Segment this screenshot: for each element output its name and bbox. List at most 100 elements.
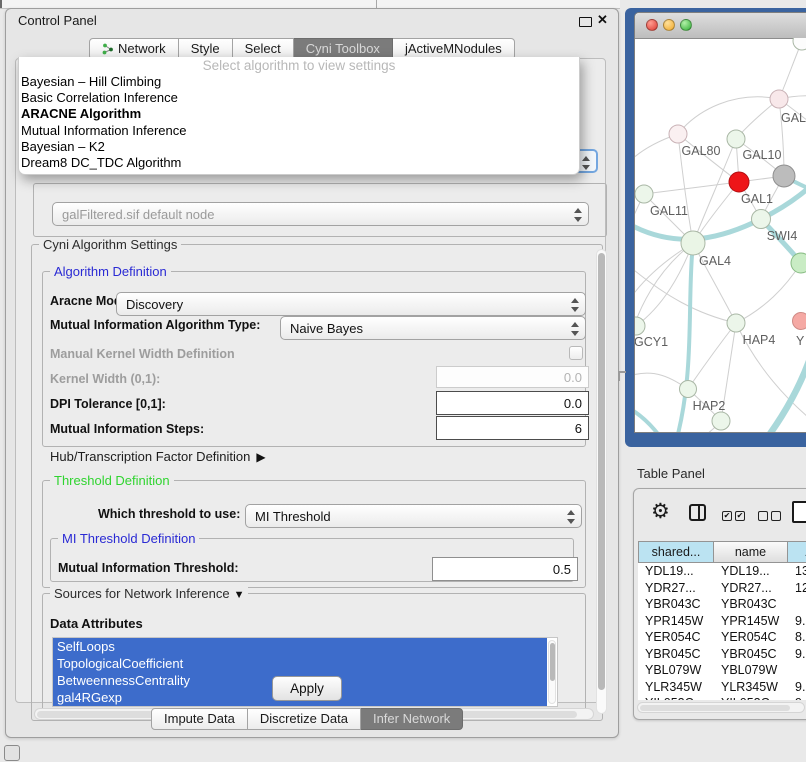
table-row[interactable]: YLR345WYLR345W9. — [638, 679, 806, 696]
unchecked-checkbox-icon[interactable] — [771, 511, 781, 521]
split-columns-icon[interactable] — [689, 504, 706, 521]
table-cell: 9. — [788, 696, 806, 700]
table-cell: YBR045C — [638, 647, 714, 661]
network-window-titlebar[interactable] — [635, 13, 806, 39]
table-cell: 8. — [788, 630, 806, 644]
close-icon[interactable]: ✕ — [597, 12, 608, 28]
network-node-gal1[interactable] — [729, 172, 749, 192]
settings-gear-icon[interactable]: ⚙ — [651, 499, 670, 524]
table-row[interactable]: YBL079WYBL079W — [638, 662, 806, 679]
table-cell: 12 — [788, 581, 806, 595]
mi-type-combobox[interactable]: Naive Bayes — [280, 316, 586, 340]
new-column-icon[interactable] — [792, 501, 806, 523]
data-table-combobox[interactable]: galFiltered.sif default node — [52, 202, 589, 226]
table-row[interactable]: YBR043CYBR043C — [638, 596, 806, 613]
algorithm-item-aracne-algorithm[interactable]: ARACNE Algorithm — [19, 106, 579, 122]
table-cell: YDR27... — [638, 581, 714, 595]
minimize-traffic-light[interactable] — [663, 19, 675, 31]
close-traffic-light[interactable] — [646, 19, 658, 31]
node-label-gal80: GAL80 — [682, 144, 721, 158]
network-node-unlabeled[interactable] — [791, 253, 806, 273]
network-node-swi4[interactable] — [752, 210, 771, 229]
table-row[interactable]: YPR145WYPR145W9. — [638, 613, 806, 630]
mi-threshold-field[interactable] — [432, 557, 578, 581]
table-row[interactable]: YBR045CYBR045C9. — [638, 646, 806, 663]
bottom-tab-infer-network[interactable]: Infer Network — [361, 708, 463, 730]
table-cell: YLR345W — [638, 680, 714, 694]
float-window-icon[interactable] — [579, 17, 592, 27]
table-row[interactable]: YER054CYER054C8. — [638, 629, 806, 646]
attribute-item-topologicalcoefficient[interactable]: TopologicalCoefficient — [53, 655, 547, 672]
network-node-gal80[interactable] — [669, 125, 687, 143]
bottom-tab-label: Impute Data — [164, 709, 235, 729]
network-node-gal4[interactable] — [681, 231, 705, 255]
algorithm-item-mutual-information-inference[interactable]: Mutual Information Inference — [19, 123, 579, 139]
zoom-traffic-light[interactable] — [680, 19, 692, 31]
algorithm-item-bayesian-hill-climbing[interactable]: Bayesian – Hill Climbing — [19, 74, 579, 90]
which-threshold-combobox[interactable]: MI Threshold — [245, 504, 582, 528]
mi-steps-field[interactable] — [436, 416, 589, 440]
table-cell: 9. — [788, 647, 806, 661]
bottom-tab-label: Infer Network — [373, 709, 450, 729]
attribute-item-selfloops[interactable]: SelfLoops — [53, 638, 547, 655]
sources-group-title[interactable]: Sources for Network Inference▼ — [50, 586, 248, 601]
table-header-row: shared...nameA — [638, 541, 806, 563]
tab-label: Style — [191, 39, 220, 59]
column-header-a[interactable]: A — [788, 541, 806, 563]
network-canvas[interactable]: GAL7GAL80GAL10GAL1GAL11SWI4GAL4GCY1HAP4Y… — [635, 38, 806, 433]
network-node-unlabeled[interactable] — [793, 38, 806, 50]
network-view-frame[interactable]: GAL7GAL80GAL10GAL1GAL11SWI4GAL4GCY1HAP4Y… — [625, 8, 806, 447]
table-row[interactable]: YDL19...YDL19...13 — [638, 563, 806, 580]
panel-divider-grip[interactable] — [618, 371, 626, 381]
top-corner-mark — [0, 0, 2, 8]
network-window: GAL7GAL80GAL10GAL1GAL11SWI4GAL4GCY1HAP4Y… — [634, 12, 806, 433]
network-node-y[interactable] — [793, 313, 806, 330]
hub-definition-label: Hub/Transcription Factor Definition — [50, 449, 250, 464]
apply-button[interactable]: Apply — [272, 676, 342, 701]
manual-kernel-checkbox[interactable] — [569, 346, 583, 360]
unchecked-checkbox-icon[interactable] — [758, 511, 768, 521]
table-cell: YDL19... — [714, 564, 788, 578]
data-attributes-label: Data Attributes — [50, 616, 143, 631]
table-row[interactable]: YDR27...YDR27...12 — [638, 580, 806, 597]
column-header-shared[interactable]: shared... — [638, 541, 714, 563]
bottom-tab-impute-data[interactable]: Impute Data — [151, 708, 248, 730]
dpi-tolerance-field[interactable] — [436, 391, 589, 415]
network-icon — [102, 43, 114, 55]
table-cell: YPR145W — [638, 614, 714, 628]
table-cell: YER054C — [638, 630, 714, 644]
aracne-mode-combobox[interactable]: Discovery — [116, 292, 586, 316]
checked-checkbox-icon[interactable]: ✔ — [735, 511, 745, 521]
hub-definition-toggle[interactable]: Hub/Transcription Factor Definition▶ — [50, 449, 266, 464]
bottom-tab-discretize-data[interactable]: Discretize Data — [248, 708, 361, 730]
algorithm-item-basic-correlation-inference[interactable]: Basic Correlation Inference — [19, 90, 579, 106]
node-label-hap4: HAP4 — [743, 333, 776, 347]
network-node-labels: GAL7GAL80GAL10GAL1GAL11SWI4GAL4GCY1HAP4Y… — [635, 111, 806, 413]
minimized-panel-icon[interactable] — [4, 745, 20, 761]
checked-checkbox-icon[interactable]: ✔ — [722, 511, 732, 521]
scrollbar-thumb[interactable] — [598, 253, 605, 690]
scrollbar-thumb[interactable] — [640, 705, 790, 711]
algorithm-item-bayesian-k2[interactable]: Bayesian – K2 — [19, 139, 579, 155]
settings-vertical-scrollbar[interactable] — [596, 249, 607, 714]
network-node-gal11[interactable] — [635, 185, 653, 203]
column-header-name[interactable]: name — [714, 541, 788, 563]
data-table-group: galFiltered.sif default node — [33, 183, 607, 237]
table-row[interactable]: YIL052CYIL052C9. — [638, 695, 806, 700]
network-node-hap2[interactable] — [680, 381, 697, 398]
dropdown-placeholder: Select algorithm to view settings — [19, 57, 579, 74]
algorithm-item-dream8-dc-tdc-algorithm[interactable]: Dream8 DC_TDC Algorithm — [19, 155, 579, 171]
network-node-gal10[interactable] — [727, 130, 745, 148]
tab-label: Cyni Toolbox — [306, 39, 380, 59]
list-vertical-scrollbar[interactable] — [548, 640, 556, 704]
network-node-unlabeled[interactable] — [712, 412, 730, 430]
node-label-swi4: SWI4 — [767, 229, 798, 243]
scrollbar-thumb[interactable] — [550, 643, 555, 681]
table-body[interactable]: YDL19...YDL19...13YDR27...YDR27...12YBR0… — [638, 563, 806, 700]
kernel-width-field[interactable] — [436, 366, 589, 388]
network-node-unlabeled[interactable] — [773, 165, 795, 187]
table-horizontal-scrollbar[interactable] — [637, 702, 805, 713]
node-label-gal10: GAL10 — [743, 148, 782, 162]
network-node-hap4[interactable] — [727, 314, 745, 332]
network-node-gal7[interactable] — [770, 90, 788, 108]
